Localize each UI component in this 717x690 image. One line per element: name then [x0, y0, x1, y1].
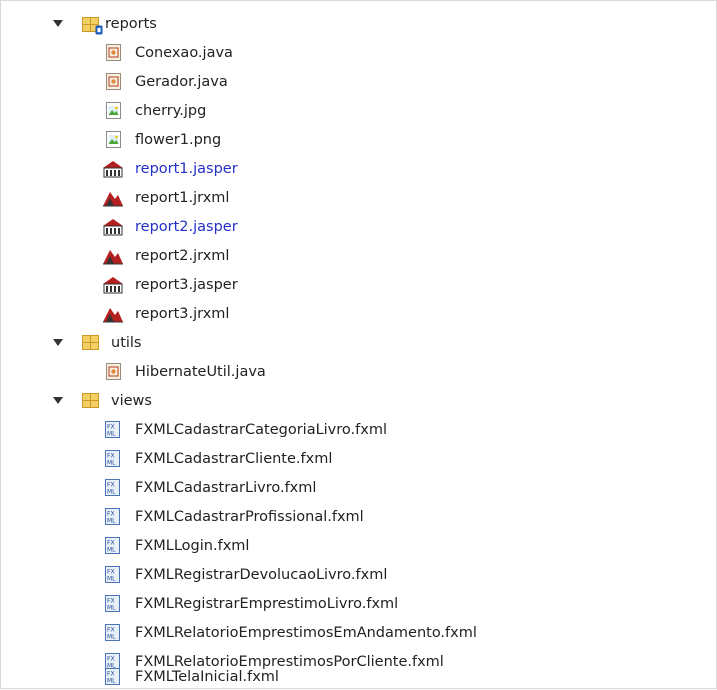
file-row[interactable]: report3.jrxml — [1, 302, 716, 326]
file-row[interactable]: report2.jrxml — [1, 244, 716, 268]
file-row[interactable]: flower1.png — [1, 128, 716, 152]
file-label: FXMLCadastrarCliente.fxml — [135, 451, 333, 467]
svg-text:FX: FX — [107, 671, 115, 678]
java-file-icon — [106, 44, 124, 62]
file-label: FXMLTelaInicial.fxml — [135, 669, 279, 685]
package-label: utils — [111, 335, 142, 351]
file-label: flower1.png — [135, 132, 222, 148]
file-row[interactable]: report1.jasper — [1, 157, 716, 181]
svg-text:ML: ML — [107, 431, 116, 438]
svg-text:ML: ML — [107, 489, 116, 496]
file-label: HibernateUtil.java — [135, 364, 266, 380]
fxml-file-icon: FX ML — [105, 624, 123, 642]
fxml-file-icon: FX ML — [105, 421, 123, 439]
svg-text:FX: FX — [107, 511, 115, 518]
file-row[interactable]: report2.jasper — [1, 215, 716, 239]
package-row-views[interactable]: views — [1, 389, 716, 413]
svg-text:FX: FX — [107, 569, 115, 576]
file-row[interactable]: FX ML FXMLCadastrarProfissional.fxml — [1, 505, 716, 529]
svg-text:FX: FX — [107, 453, 115, 460]
file-row[interactable]: Gerador.java — [1, 70, 716, 94]
jrxml-file-icon — [102, 305, 123, 323]
file-label: report1.jrxml — [135, 190, 230, 206]
file-row[interactable]: FX ML FXMLRelatorioEmprestimosEmAndamento… — [1, 621, 716, 645]
file-label: cherry.jpg — [135, 103, 207, 119]
project-tree-panel: reports Conexao.java Gerador.java cherry… — [0, 0, 717, 689]
file-label: FXMLCadastrarLivro.fxml — [135, 480, 317, 496]
file-row[interactable]: report1.jrxml — [1, 186, 716, 210]
svg-text:FX: FX — [107, 424, 115, 431]
expand-arrow-icon[interactable] — [52, 337, 64, 349]
file-label: Conexao.java — [135, 45, 233, 61]
package-label: reports — [105, 16, 157, 32]
fxml-file-icon: FX ML — [105, 566, 123, 584]
svg-text:FX: FX — [107, 482, 115, 489]
fxml-file-icon: FX ML — [105, 508, 123, 526]
svg-text:ML: ML — [107, 547, 116, 554]
jasper-file-icon — [102, 218, 123, 236]
package-icon — [82, 334, 100, 352]
package-icon — [82, 392, 100, 410]
file-label: report2.jrxml — [135, 248, 230, 264]
file-row[interactable]: FX ML FXMLCadastrarCliente.fxml — [1, 447, 716, 471]
java-file-icon — [106, 73, 124, 91]
svg-text:ML: ML — [107, 576, 116, 583]
jasper-file-icon — [102, 160, 123, 178]
file-row[interactable]: report3.jasper — [1, 273, 716, 297]
svg-text:ML: ML — [107, 678, 116, 685]
svg-text:FX: FX — [107, 627, 115, 634]
file-label: Gerador.java — [135, 74, 228, 90]
file-label: FXMLLogin.fxml — [135, 538, 250, 554]
fxml-file-icon: FX ML — [105, 450, 123, 468]
file-label: FXMLRegistrarDevolucaoLivro.fxml — [135, 567, 388, 583]
expand-arrow-icon[interactable] — [52, 18, 64, 30]
file-row[interactable]: Conexao.java — [1, 41, 716, 65]
expand-arrow-icon[interactable] — [52, 395, 64, 407]
package-row-reports[interactable]: reports — [1, 12, 716, 36]
file-row[interactable]: FX ML FXMLCadastrarLivro.fxml — [1, 476, 716, 500]
package-icon — [82, 15, 103, 35]
file-label: FXMLCadastrarProfissional.fxml — [135, 509, 364, 525]
file-label: report3.jasper — [135, 277, 238, 293]
svg-text:FX: FX — [107, 540, 115, 547]
file-label: report1.jasper — [135, 161, 238, 177]
svg-text:ML: ML — [107, 518, 116, 525]
package-label: views — [111, 393, 152, 409]
file-row[interactable]: cherry.jpg — [1, 99, 716, 123]
file-row[interactable]: FX ML FXMLRegistrarDevolucaoLivro.fxml — [1, 563, 716, 587]
file-row[interactable]: FX ML FXMLCadastrarCategoriaLivro.fxml — [1, 418, 716, 442]
file-row[interactable]: FX ML FXMLLogin.fxml — [1, 534, 716, 558]
fxml-file-icon: FX ML — [105, 668, 123, 686]
jasper-file-icon — [102, 276, 123, 294]
file-label: FXMLCadastrarCategoriaLivro.fxml — [135, 422, 387, 438]
svg-text:ML: ML — [107, 605, 116, 612]
java-file-icon — [106, 363, 124, 381]
svg-text:FX: FX — [107, 598, 115, 605]
file-row[interactable]: FX ML FXMLRegistrarEmprestimoLivro.fxml — [1, 592, 716, 616]
file-row[interactable]: FX ML FXMLTelaInicial.fxml — [1, 665, 716, 689]
image-file-icon — [106, 102, 124, 120]
svg-text:ML: ML — [107, 460, 116, 467]
file-label: report3.jrxml — [135, 306, 230, 322]
fxml-file-icon: FX ML — [105, 595, 123, 613]
file-label: report2.jasper — [135, 219, 238, 235]
svg-text:FX: FX — [107, 656, 115, 663]
jrxml-file-icon — [102, 247, 123, 265]
jrxml-file-icon — [102, 189, 123, 207]
file-label: FXMLRelatorioEmprestimosEmAndamento.fxml — [135, 625, 477, 641]
svg-text:ML: ML — [107, 634, 116, 641]
file-label: FXMLRegistrarEmprestimoLivro.fxml — [135, 596, 399, 612]
package-row-utils[interactable]: utils — [1, 331, 716, 355]
fxml-file-icon: FX ML — [105, 479, 123, 497]
file-row[interactable]: HibernateUtil.java — [1, 360, 716, 384]
image-file-icon — [106, 131, 124, 149]
fxml-file-icon: FX ML — [105, 537, 123, 555]
